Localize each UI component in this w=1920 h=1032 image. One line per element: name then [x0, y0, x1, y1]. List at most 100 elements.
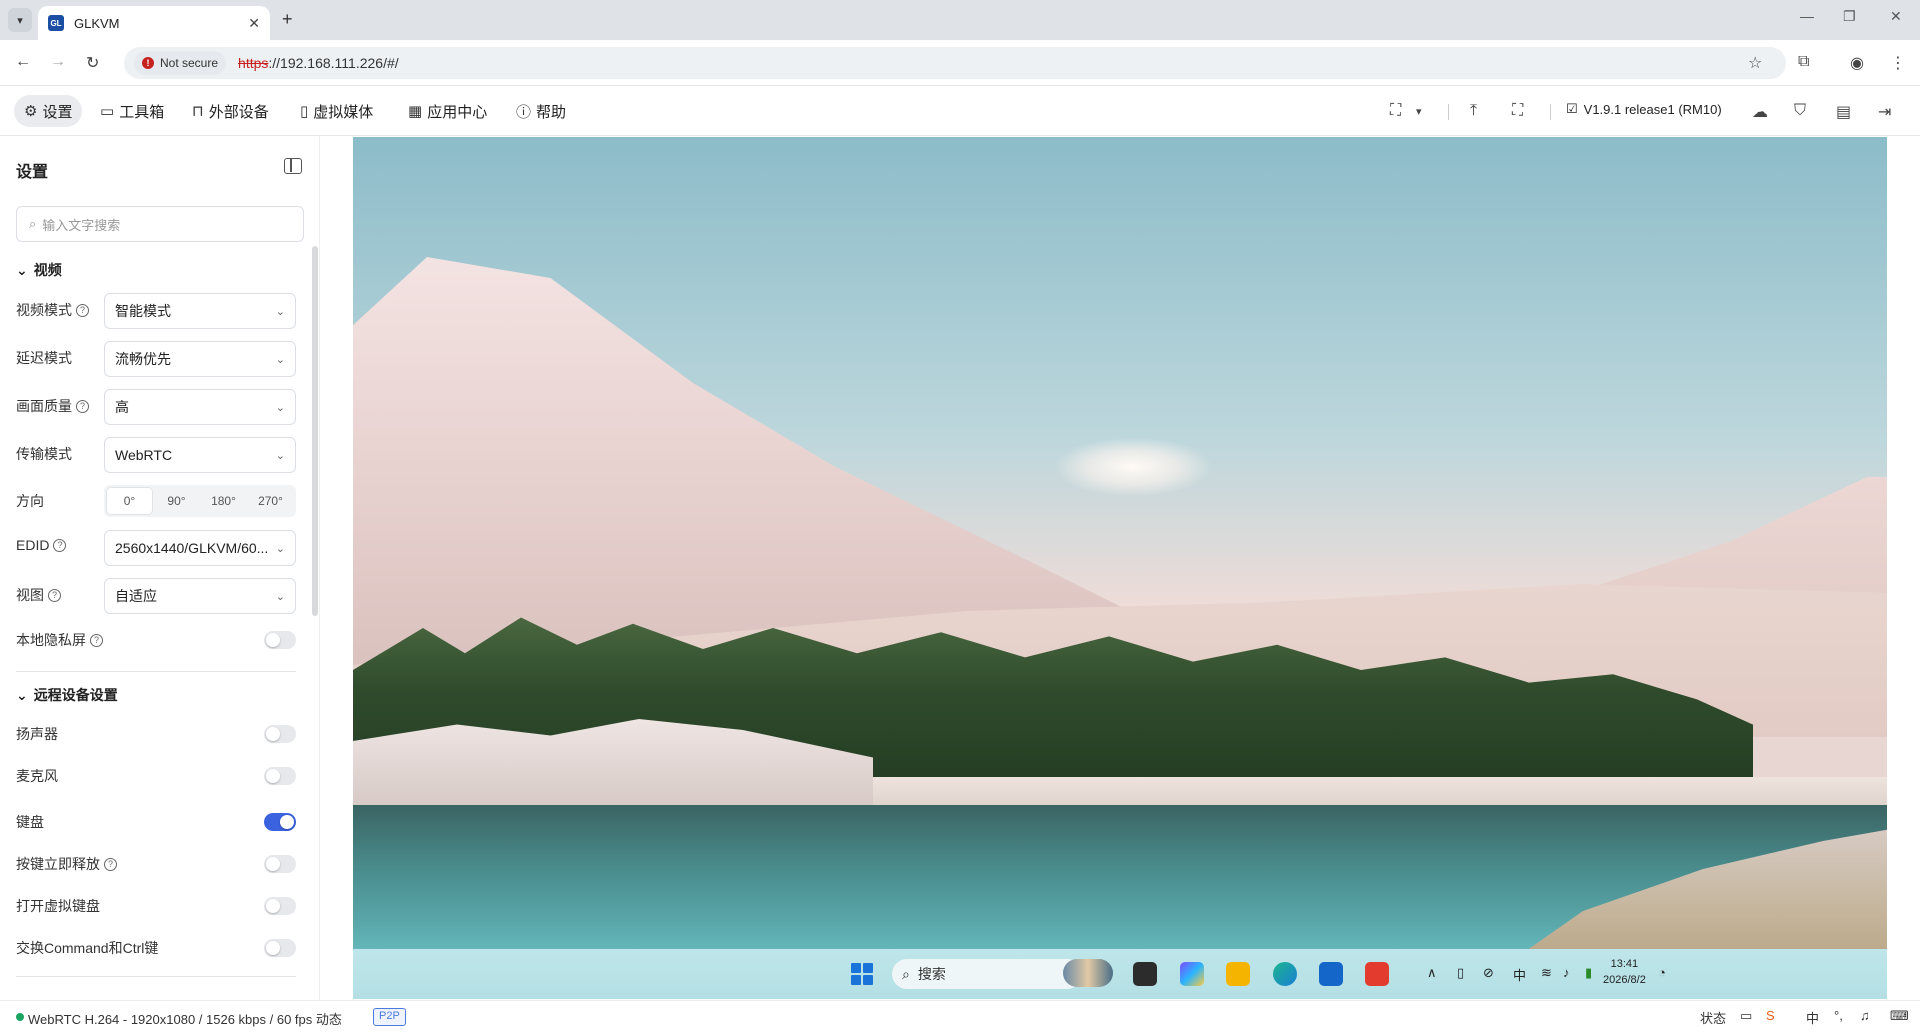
chevron-down-icon: ⌄: [275, 542, 285, 555]
swap-keys-label: 交换Command和Ctrl键: [16, 938, 158, 958]
edge-browser-icon[interactable]: [1273, 962, 1297, 986]
search-highlight-image[interactable]: [1063, 959, 1113, 987]
section-remote-settings[interactable]: ⌄ 远程设备设置: [16, 685, 118, 705]
security-label: Not secure: [160, 56, 219, 70]
chevron-down-icon[interactable]: ▾: [1416, 105, 1422, 118]
copilot-app-icon[interactable]: [1180, 962, 1204, 986]
logout-icon[interactable]: ⇥: [1878, 102, 1891, 122]
keyboard-toggle[interactable]: [264, 813, 296, 831]
browser-tab[interactable]: GL GLKVM ✕: [38, 6, 270, 40]
profile-icon[interactable]: ◉: [1850, 53, 1864, 73]
speaker-toggle[interactable]: [264, 725, 296, 743]
volume-icon[interactable]: ♪: [1563, 965, 1570, 980]
ime-label[interactable]: 中: [1806, 1008, 1819, 1027]
address-bar[interactable]: ! Not secure https://192.168.111.226/#/: [124, 47, 1786, 79]
sync-off-tray-icon[interactable]: ⊘: [1483, 965, 1494, 981]
reload-icon[interactable]: ↻: [86, 53, 99, 73]
help-circle-icon[interactable]: ?: [76, 399, 89, 413]
display-icon[interactable]: ▭: [1740, 1008, 1752, 1024]
star-icon[interactable]: ☆: [1748, 53, 1762, 73]
punctuation-icon[interactable]: °,: [1834, 1008, 1843, 1023]
battery-icon[interactable]: ▮: [1585, 965, 1592, 981]
clock-time: 13:41: [1610, 958, 1639, 970]
section-video[interactable]: ⌄ 视频: [16, 260, 62, 280]
direction-option[interactable]: 180°: [201, 488, 246, 514]
sidebar-collapse-icon[interactable]: [284, 158, 302, 174]
version-info[interactable]: ☑ V1.9.1 release1 (RM10): [1566, 101, 1722, 117]
notes-icon[interactable]: ▤: [1836, 102, 1851, 122]
new-tab-icon[interactable]: +: [282, 9, 293, 30]
direction-option[interactable]: 90°: [154, 488, 199, 514]
settings-search-input[interactable]: ⌕ 输入文字搜索: [16, 206, 304, 242]
sidebar-scrollbar[interactable]: [312, 246, 318, 616]
help-circle-icon[interactable]: ?: [90, 633, 103, 647]
status-label[interactable]: 状态: [1700, 1008, 1726, 1027]
status-bar: WebRTC H.264 - 1920x1080 / 1526 kbps / 6…: [0, 1000, 1920, 1032]
label-text: 本地隐私屏: [16, 632, 86, 648]
microphone-icon[interactable]: ♫: [1860, 1008, 1870, 1023]
menu-peripherals[interactable]: ⊓ 外部设备: [182, 95, 279, 127]
forward-icon[interactable]: →: [50, 53, 66, 71]
windows-start-icon[interactable]: [851, 963, 873, 985]
help-circle-icon[interactable]: ?: [76, 303, 89, 317]
notification-bell-icon[interactable]: ◔: [1658, 965, 1666, 980]
menu-settings[interactable]: ⚙ 设置: [14, 95, 83, 127]
help-circle-icon[interactable]: ?: [53, 538, 67, 552]
menu-toolbox[interactable]: ▭ 工具箱: [90, 95, 174, 127]
restore-icon[interactable]: ❐: [1843, 8, 1856, 25]
chevron-down-icon: ⌄: [275, 401, 285, 414]
video-mode-select[interactable]: 智能模式 ⌄: [104, 293, 296, 329]
mic-toggle[interactable]: [264, 767, 296, 785]
help-circle-icon[interactable]: ?: [104, 857, 117, 871]
chevron-down-icon: ⌄: [275, 305, 285, 318]
direction-option[interactable]: 0°: [107, 488, 152, 514]
tab-search-button[interactable]: ▾: [8, 8, 32, 32]
label-text: 传输模式: [16, 446, 72, 462]
upload-icon[interactable]: ⤒: [1470, 102, 1477, 120]
sogou-ime-icon[interactable]: S: [1766, 1008, 1775, 1023]
close-tab-icon[interactable]: ✕: [248, 15, 260, 32]
usb-tray-icon[interactable]: ▯: [1457, 965, 1464, 981]
cloud-icon[interactable]: ☁: [1752, 102, 1768, 122]
ime-tray-label[interactable]: 中: [1513, 965, 1526, 984]
fullscreen-icon[interactable]: ⛶: [1512, 102, 1523, 120]
remote-desktop-view[interactable]: ⌕ 搜索 ∧ ▯ ⊘ 中 ≋ ♪ ▮ 13:41 2026/8/2 ◔: [353, 137, 1887, 999]
more-menu-icon[interactable]: ⋮: [1890, 53, 1906, 73]
extensions-icon[interactable]: ⧉: [1798, 53, 1809, 71]
view-select[interactable]: 自适应 ⌄: [104, 578, 296, 614]
wps-office-icon[interactable]: [1365, 962, 1389, 986]
taskbar-search[interactable]: ⌕ 搜索: [892, 959, 1082, 989]
url-text[interactable]: https://192.168.111.226/#/: [238, 55, 399, 71]
soft-keyboard-icon[interactable]: ⌨: [1890, 1008, 1909, 1024]
latency-select[interactable]: 流畅优先 ⌄: [104, 341, 296, 377]
file-explorer-icon[interactable]: [1226, 962, 1250, 986]
menu-label: 外部设备: [208, 103, 269, 121]
close-window-icon[interactable]: ✕: [1890, 8, 1902, 25]
back-icon[interactable]: ←: [15, 53, 31, 71]
security-chip[interactable]: ! Not secure: [134, 51, 227, 75]
transport-select[interactable]: WebRTC ⌄: [104, 437, 296, 473]
warning-icon: !: [142, 57, 154, 69]
virtual-keyboard-toggle[interactable]: [264, 897, 296, 915]
privacy-toggle[interactable]: [264, 631, 296, 649]
virtual-media-icon: ▯: [300, 103, 309, 120]
swap-keys-toggle[interactable]: [264, 939, 296, 957]
terminal-app-icon[interactable]: [1133, 962, 1157, 986]
screenshot-icon[interactable]: ⛶: [1390, 102, 1401, 120]
quality-select[interactable]: 高 ⌄: [104, 389, 296, 425]
menu-app-center[interactable]: ▦ 应用中心: [398, 95, 497, 127]
hidden-icons-chevron-icon[interactable]: ∧: [1427, 965, 1437, 981]
wifi-icon[interactable]: ≋: [1541, 965, 1552, 981]
menu-help[interactable]: ⓘ 帮助: [506, 95, 576, 127]
menu-virtual-media[interactable]: ▯ 虚拟媒体: [290, 95, 383, 127]
help-circle-icon[interactable]: ?: [48, 588, 61, 602]
key-release-toggle[interactable]: [264, 855, 296, 873]
direction-option[interactable]: 270°: [248, 488, 293, 514]
taskbar-clock[interactable]: 13:41 2026/8/2: [1603, 956, 1646, 988]
edid-select[interactable]: 2560x1440/GLKVM/60... ⌄: [104, 530, 296, 566]
minimize-icon[interactable]: —: [1800, 8, 1814, 24]
settings-sidebar: 设置 ⌕ 输入文字搜索 ⌄ 视频 视频模式 ? 智能模式 ⌄ 延迟模式 流畅优先…: [0, 136, 320, 1000]
store-app-icon[interactable]: [1319, 962, 1343, 986]
shield-icon[interactable]: ⛉: [1794, 102, 1806, 120]
select-value: 智能模式: [115, 303, 171, 319]
